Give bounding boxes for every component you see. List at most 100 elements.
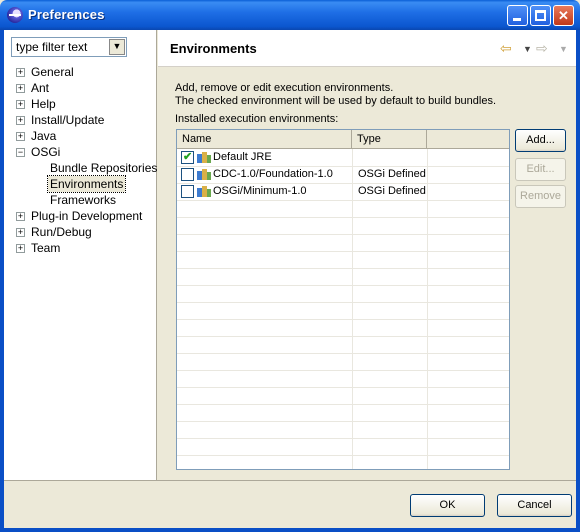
tree-item-label: Java bbox=[31, 129, 57, 143]
environment-icon-part bbox=[207, 189, 211, 197]
expand-icon[interactable]: + bbox=[16, 68, 25, 77]
add-button[interactable]: Add... bbox=[515, 129, 566, 152]
close-icon: ✕ bbox=[558, 8, 569, 23]
tree-item-label: Environments bbox=[46, 175, 127, 193]
page-description-line2: The checked environment will be used by … bbox=[175, 95, 497, 107]
filter-dropdown-button[interactable]: ▼ bbox=[109, 39, 125, 55]
dropdown-arrow-icon: ▼ bbox=[112, 41, 122, 51]
expand-icon[interactable]: + bbox=[16, 132, 25, 141]
filter-input[interactable] bbox=[13, 39, 107, 55]
column-header-name[interactable]: Name bbox=[177, 130, 352, 149]
table-grid-line bbox=[177, 234, 509, 235]
window-frame-bottom bbox=[0, 528, 580, 532]
filter-combo[interactable]: ▼ bbox=[11, 37, 127, 57]
table-grid-line bbox=[177, 353, 509, 354]
table-row[interactable]: OSGi/Minimum-1.0 OSGi Defined bbox=[177, 183, 509, 200]
tree-item[interactable]: + Help bbox=[4, 96, 156, 112]
expand-icon[interactable]: + bbox=[16, 116, 25, 125]
title-bar[interactable]: Preferences ✕ bbox=[0, 0, 580, 30]
tree-item-label: Frameworks bbox=[50, 193, 117, 207]
table-grid-line bbox=[177, 370, 509, 371]
tree-item-label: Help bbox=[31, 97, 56, 111]
window-title: Preferences bbox=[28, 7, 105, 22]
preferences-tree: + General + Ant + Help + Install/Update + Java − OS… bbox=[4, 64, 158, 256]
tree-item[interactable]: + Ant bbox=[4, 80, 156, 96]
tree-item-label: Team bbox=[31, 241, 61, 255]
window-frame-right bbox=[576, 30, 580, 532]
tree-item[interactable]: − OSGi bbox=[4, 144, 156, 160]
close-button[interactable]: ✕ bbox=[553, 5, 574, 26]
table-grid-line bbox=[177, 285, 509, 286]
environment-type: OSGi Defined bbox=[358, 185, 426, 197]
expand-icon[interactable]: + bbox=[16, 244, 25, 253]
preference-page: Environments ⇦ ▼ ⇨ ▼ Add, remove or edit… bbox=[158, 30, 576, 480]
table-row[interactable]: Default JRE bbox=[177, 149, 509, 166]
environment-icon-part bbox=[207, 172, 211, 180]
table-grid-line bbox=[177, 302, 509, 303]
eclipse-icon bbox=[7, 7, 23, 23]
edit-button[interactable]: Edit... bbox=[515, 158, 566, 181]
tree-item[interactable]: + Java bbox=[4, 128, 156, 144]
maximize-icon bbox=[535, 10, 546, 21]
expand-icon[interactable]: + bbox=[16, 84, 25, 93]
installed-environments-label: Installed execution environments: bbox=[175, 113, 339, 125]
environments-table[interactable]: Name Type Default JRE CDC-1.0/Foundation-… bbox=[176, 129, 510, 470]
column-header-type[interactable]: Type bbox=[352, 130, 427, 149]
tree-item-label: Plug-in Development bbox=[31, 209, 143, 223]
environment-name: Default JRE bbox=[213, 151, 272, 163]
table-grid-line bbox=[177, 200, 509, 201]
tree-item[interactable]: + Plug-in Development bbox=[4, 208, 156, 224]
table-grid-line bbox=[177, 438, 509, 439]
remove-button[interactable]: Remove bbox=[515, 185, 566, 208]
tree-item-label: Ant bbox=[31, 81, 50, 95]
tree-item[interactable]: Environments bbox=[4, 175, 156, 193]
environment-icon-part bbox=[207, 155, 211, 163]
default-environment-checkbox[interactable] bbox=[181, 150, 194, 164]
table-grid-line bbox=[177, 421, 509, 422]
collapse-icon[interactable]: − bbox=[16, 148, 25, 157]
tree-item[interactable]: Frameworks bbox=[4, 192, 156, 208]
page-description-line1: Add, remove or edit execution environmen… bbox=[175, 82, 394, 94]
expand-icon[interactable]: + bbox=[16, 212, 25, 221]
column-header-empty[interactable] bbox=[427, 130, 509, 149]
table-row[interactable]: CDC-1.0/Foundation-1.0 OSGi Defined bbox=[177, 166, 509, 183]
table-grid-line bbox=[177, 319, 509, 320]
page-header: Environments ⇦ ▼ ⇨ ▼ bbox=[158, 30, 576, 67]
cancel-button[interactable]: Cancel bbox=[497, 494, 572, 517]
table-header: Name Type bbox=[177, 130, 509, 149]
environment-name: CDC-1.0/Foundation-1.0 bbox=[213, 168, 333, 180]
environment-name: OSGi/Minimum-1.0 bbox=[213, 185, 307, 197]
environment-icon bbox=[197, 152, 211, 163]
back-history-dropdown-icon[interactable]: ▼ bbox=[523, 44, 532, 54]
forward-history-dropdown-icon[interactable]: ▼ bbox=[559, 44, 568, 54]
back-arrow-icon[interactable]: ⇦ bbox=[500, 40, 512, 57]
expand-icon[interactable]: + bbox=[16, 228, 25, 237]
minimize-button[interactable] bbox=[507, 5, 528, 26]
preferences-tree-pane: ▼ + General + Ant + Help + Install/Update + Java−… bbox=[4, 30, 157, 480]
tree-item[interactable]: Bundle Repositories bbox=[4, 160, 158, 176]
tree-item[interactable]: + Team bbox=[4, 240, 156, 256]
table-grid-line bbox=[177, 251, 509, 252]
table-grid-line bbox=[177, 455, 509, 456]
table-grid-line bbox=[177, 336, 509, 337]
default-environment-checkbox[interactable] bbox=[181, 168, 194, 181]
minimize-icon bbox=[513, 18, 521, 21]
tree-item[interactable]: + General bbox=[4, 64, 156, 80]
tree-item-label: Install/Update bbox=[31, 113, 105, 127]
tree-item[interactable]: + Run/Debug bbox=[4, 224, 156, 240]
maximize-button[interactable] bbox=[530, 5, 551, 26]
tree-item[interactable]: + Install/Update bbox=[4, 112, 156, 128]
tree-item-label: General bbox=[31, 65, 74, 79]
ok-button[interactable]: OK bbox=[410, 494, 485, 517]
tree-item-label: Bundle Repositories bbox=[50, 161, 158, 175]
table-grid-line bbox=[177, 387, 509, 388]
environment-icon bbox=[197, 186, 211, 197]
expand-icon[interactable]: + bbox=[16, 100, 25, 109]
default-environment-checkbox[interactable] bbox=[181, 185, 194, 198]
tree-item-label: Run/Debug bbox=[31, 225, 92, 239]
tree-item-label: OSGi bbox=[31, 145, 61, 159]
table-grid-line bbox=[177, 268, 509, 269]
environment-icon bbox=[197, 169, 211, 180]
forward-arrow-icon[interactable]: ⇨ bbox=[536, 40, 548, 57]
table-grid-line bbox=[177, 217, 509, 218]
